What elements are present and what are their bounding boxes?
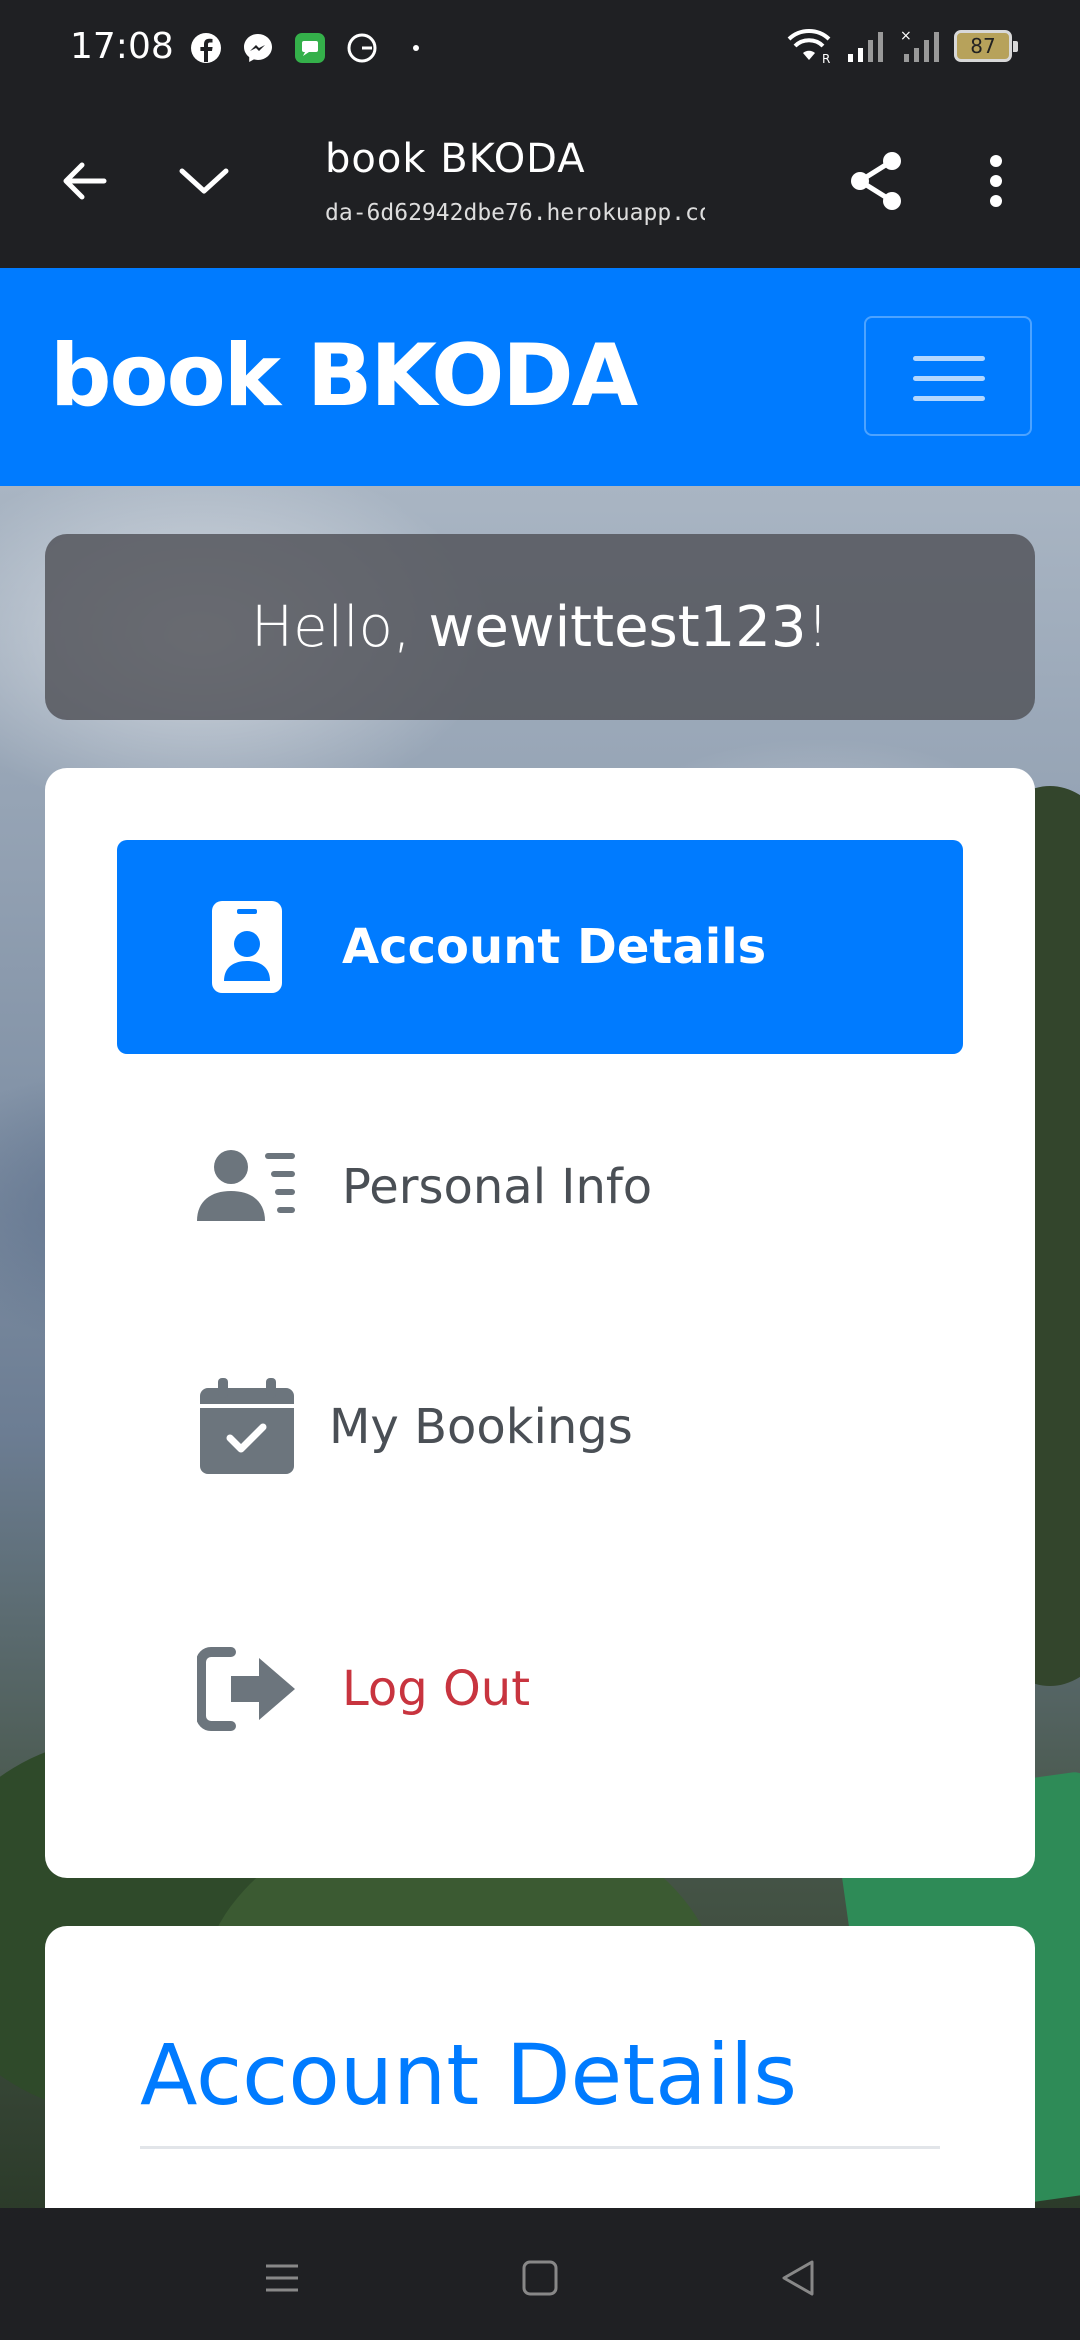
chevron-down-icon bbox=[179, 168, 229, 194]
status-time: 17:08 bbox=[70, 26, 174, 67]
back-button[interactable] bbox=[44, 141, 124, 221]
system-navigation-bar bbox=[0, 2208, 1080, 2340]
messenger-icon bbox=[244, 34, 272, 62]
signal-icon bbox=[848, 32, 883, 62]
menu-label-my-bookings: My Bookings bbox=[329, 1399, 633, 1455]
wifi-icon: R bbox=[787, 29, 831, 64]
recent-apps-button[interactable] bbox=[252, 2248, 312, 2308]
svg-text:×: × bbox=[900, 28, 912, 44]
share-button[interactable] bbox=[836, 141, 916, 221]
sign-out-icon bbox=[192, 1634, 302, 1744]
hamburger-icon bbox=[913, 376, 985, 381]
menu-label-personal-info: Personal Info bbox=[342, 1159, 653, 1215]
battery-indicator: 87 bbox=[954, 30, 1018, 62]
square-icon bbox=[522, 2260, 558, 2296]
site-navbar: book BKODA bbox=[0, 268, 1080, 486]
heading-divider bbox=[140, 2146, 940, 2149]
menu-label-account-details: Account Details bbox=[342, 919, 767, 975]
user-list-icon bbox=[192, 1132, 302, 1242]
account-details-heading: Account Details bbox=[140, 2026, 798, 2124]
browser-toolbar: book BKODA da-6d62942dbe76.herokuapp.com bbox=[0, 96, 1080, 266]
greeting-username: wewittest123 bbox=[428, 594, 807, 660]
share-icon bbox=[851, 152, 901, 210]
facebook-icon bbox=[191, 33, 221, 63]
browser-url[interactable]: da-6d62942dbe76.herokuapp.com bbox=[325, 200, 705, 226]
menu-lines-icon bbox=[266, 2264, 298, 2292]
signal-off-icon: × bbox=[900, 28, 939, 62]
hamburger-icon bbox=[913, 396, 985, 401]
greeting-suffix: ! bbox=[806, 594, 829, 660]
more-vertical-icon bbox=[990, 155, 1002, 207]
menu-item-account-details[interactable]: Account Details bbox=[117, 840, 963, 1054]
status-bar: 17:08 R × 87 bbox=[0, 0, 1080, 96]
navbar-toggle-button[interactable] bbox=[864, 316, 1032, 436]
status-indicators: R × 87 bbox=[786, 28, 1018, 64]
id-badge-icon bbox=[192, 892, 302, 1002]
menu-item-log-out[interactable]: Log Out bbox=[117, 1582, 963, 1796]
grammarly-icon bbox=[347, 33, 377, 63]
minimize-button[interactable] bbox=[164, 141, 244, 221]
calendar-check-icon bbox=[192, 1372, 302, 1482]
greeting-banner: Hello, wewittest123! bbox=[45, 534, 1035, 720]
brand-logo[interactable]: book BKODA bbox=[50, 326, 638, 426]
chat-icon bbox=[295, 33, 325, 63]
status-app-icons bbox=[190, 32, 428, 64]
account-details-card: Account Details bbox=[45, 1926, 1035, 2226]
svg-text:R: R bbox=[822, 52, 830, 64]
back-nav-button[interactable] bbox=[768, 2248, 828, 2308]
hamburger-icon bbox=[913, 356, 985, 361]
menu-item-personal-info[interactable]: Personal Info bbox=[117, 1080, 963, 1294]
more-options-button[interactable] bbox=[956, 141, 1036, 221]
home-button[interactable] bbox=[510, 2248, 570, 2308]
menu-item-my-bookings[interactable]: My Bookings bbox=[117, 1320, 963, 1534]
dot-icon bbox=[413, 45, 419, 51]
browser-page-title: book BKODA bbox=[325, 136, 586, 182]
greeting-prefix: Hello, bbox=[251, 594, 429, 660]
arrow-left-icon bbox=[63, 162, 107, 200]
triangle-back-icon bbox=[782, 2260, 814, 2296]
menu-label-log-out: Log Out bbox=[342, 1661, 531, 1717]
account-menu: Account Details Personal Info My Booking… bbox=[45, 768, 1035, 1878]
